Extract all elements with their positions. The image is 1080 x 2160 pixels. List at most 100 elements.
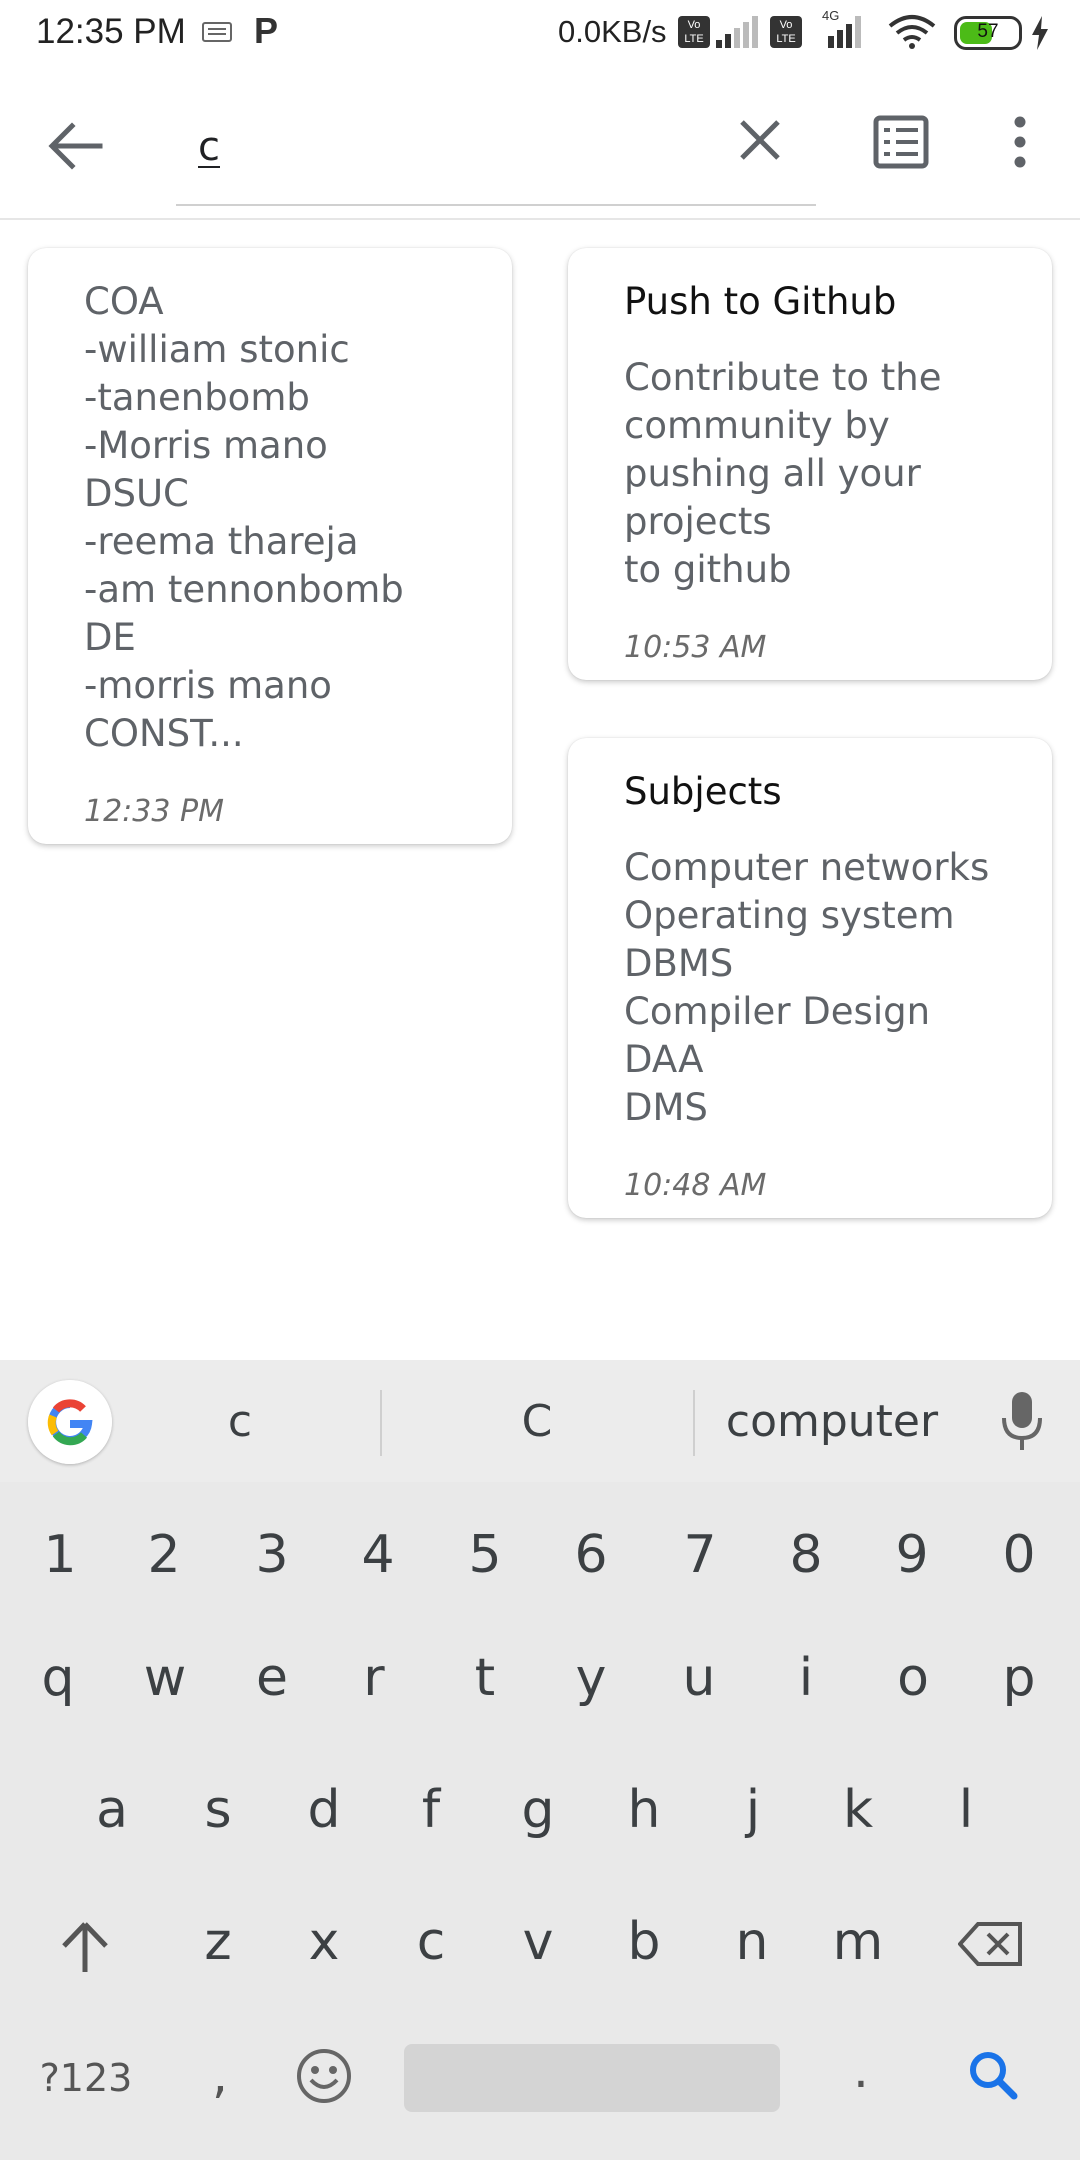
key-a[interactable]: a (68, 1760, 156, 1860)
signal-2-icon (820, 16, 864, 48)
key-n[interactable]: n (708, 1892, 796, 1992)
note-timestamp: 10:48 AM (624, 1168, 767, 1203)
key-1[interactable]: 1 (16, 1505, 104, 1605)
signal-1-icon (716, 16, 760, 48)
key-p[interactable]: p (975, 1628, 1063, 1728)
note-card[interactable]: COA -william stonic -tanenbomb -Morris m… (28, 248, 512, 844)
key-z[interactable]: z (174, 1892, 262, 1992)
note-line: to github (624, 548, 792, 591)
key-f[interactable]: f (387, 1760, 475, 1860)
note-line: -morris mano (84, 664, 332, 707)
note-timestamp: 10:53 AM (624, 630, 767, 665)
note-timestamp: 12:33 PM (84, 794, 224, 829)
key-o[interactable]: o (869, 1628, 957, 1728)
shift-icon[interactable] (60, 1920, 110, 1974)
key-r[interactable]: r (330, 1628, 418, 1728)
key-e[interactable]: e (228, 1628, 316, 1728)
key-3[interactable]: 3 (228, 1505, 316, 1605)
key-7[interactable]: 7 (656, 1505, 744, 1605)
note-line: -reema thareja (84, 520, 359, 563)
note-line: pushing all your (624, 452, 921, 495)
note-card[interactable]: Push to Github Contribute to the communi… (568, 248, 1052, 680)
key-q[interactable]: q (14, 1628, 102, 1728)
key-6[interactable]: 6 (547, 1505, 635, 1605)
note-card[interactable]: Subjects Computer networks Operating sys… (568, 738, 1052, 1218)
key-0[interactable]: 0 (975, 1505, 1063, 1605)
symbols-key[interactable]: ?123 (36, 2050, 136, 2106)
key-l[interactable]: l (922, 1760, 1010, 1860)
suggestion-1[interactable]: c (200, 1396, 280, 1447)
key-5[interactable]: 5 (441, 1505, 529, 1605)
search-header: c (0, 66, 1080, 220)
key-c[interactable]: c (387, 1892, 475, 1992)
note-line: DSUC (84, 472, 189, 515)
key-u[interactable]: u (655, 1628, 743, 1728)
key-g[interactable]: g (494, 1760, 582, 1860)
key-8[interactable]: 8 (762, 1505, 850, 1605)
key-w[interactable]: w (121, 1628, 209, 1728)
note-line: Contribute to the (624, 356, 942, 399)
note-line: Operating system (624, 894, 955, 937)
volte-icon: Vo LTE (678, 16, 710, 48)
note-body: Computer networks Operating system DBMS … (624, 844, 1052, 1132)
battery-icon: 57 (954, 16, 1022, 50)
microphone-icon[interactable] (998, 1390, 1046, 1454)
back-arrow-icon[interactable] (40, 110, 112, 182)
suggestion-3[interactable]: computer (712, 1396, 952, 1447)
key-j[interactable]: j (709, 1760, 797, 1860)
network-speed: 0.0KB/s (558, 14, 667, 49)
note-body: COA -william stonic -tanenbomb -Morris m… (84, 278, 512, 758)
note-line: community by (624, 404, 890, 447)
key-i[interactable]: i (762, 1628, 850, 1728)
note-line: COA (84, 280, 164, 323)
note-line: CONST... (84, 712, 244, 755)
space-bar[interactable] (404, 2044, 780, 2112)
key-2[interactable]: 2 (120, 1505, 208, 1605)
note-title: Subjects (624, 770, 782, 813)
note-line: Computer networks (624, 846, 990, 889)
key-m[interactable]: m (814, 1892, 902, 1992)
note-line: -Morris mano (84, 424, 328, 467)
key-x[interactable]: x (280, 1892, 368, 1992)
key-h[interactable]: h (600, 1760, 688, 1860)
period-key[interactable]: . (846, 2030, 876, 2110)
note-line: projects (624, 500, 772, 543)
keyboard-status-icon (202, 22, 232, 42)
parking-notification-icon: P (254, 10, 279, 51)
comma-key[interactable]: , (200, 2040, 240, 2110)
key-t[interactable]: t (441, 1628, 529, 1728)
note-line: DBMS (624, 942, 734, 985)
volte-2-icon: Vo LTE (770, 16, 802, 48)
list-view-icon[interactable] (870, 110, 934, 174)
google-logo[interactable] (28, 1380, 112, 1464)
suggestion-bar: c C computer (0, 1360, 1080, 1482)
key-d[interactable]: d (280, 1760, 368, 1860)
search-input[interactable] (176, 106, 816, 206)
note-title: Push to Github (624, 280, 897, 323)
key-v[interactable]: v (494, 1892, 582, 1992)
note-line: DAA (624, 1038, 704, 1081)
key-s[interactable]: s (174, 1760, 262, 1860)
note-body: Contribute to the community by pushing a… (624, 354, 1052, 594)
emoji-icon[interactable] (296, 2048, 352, 2104)
note-line: -am tennonbomb (84, 568, 404, 611)
key-4[interactable]: 4 (334, 1505, 422, 1605)
note-line: DMS (624, 1086, 708, 1129)
more-vert-icon[interactable] (1000, 110, 1040, 174)
search-icon[interactable] (968, 2050, 1018, 2100)
note-line: DE (84, 616, 136, 659)
key-9[interactable]: 9 (868, 1505, 956, 1605)
suggestion-2[interactable]: C (497, 1396, 577, 1447)
suggestion-divider (380, 1390, 382, 1456)
key-k[interactable]: k (814, 1760, 902, 1860)
wifi-icon (888, 15, 936, 49)
key-b[interactable]: b (600, 1892, 688, 1992)
soft-keyboard: c C computer 1 2 3 4 5 6 7 8 9 0 q w e r… (0, 1360, 1080, 2160)
close-icon[interactable] (730, 110, 790, 170)
note-line: Compiler Design (624, 990, 931, 1033)
battery-percent: 57 (977, 21, 999, 42)
key-y[interactable]: y (547, 1628, 635, 1728)
backspace-icon[interactable] (958, 1920, 1024, 1968)
status-bar: 12:35 PM P 0.0KB/s Vo LTE Vo LTE 4G 57 (0, 0, 1080, 66)
charging-icon (1032, 16, 1048, 50)
